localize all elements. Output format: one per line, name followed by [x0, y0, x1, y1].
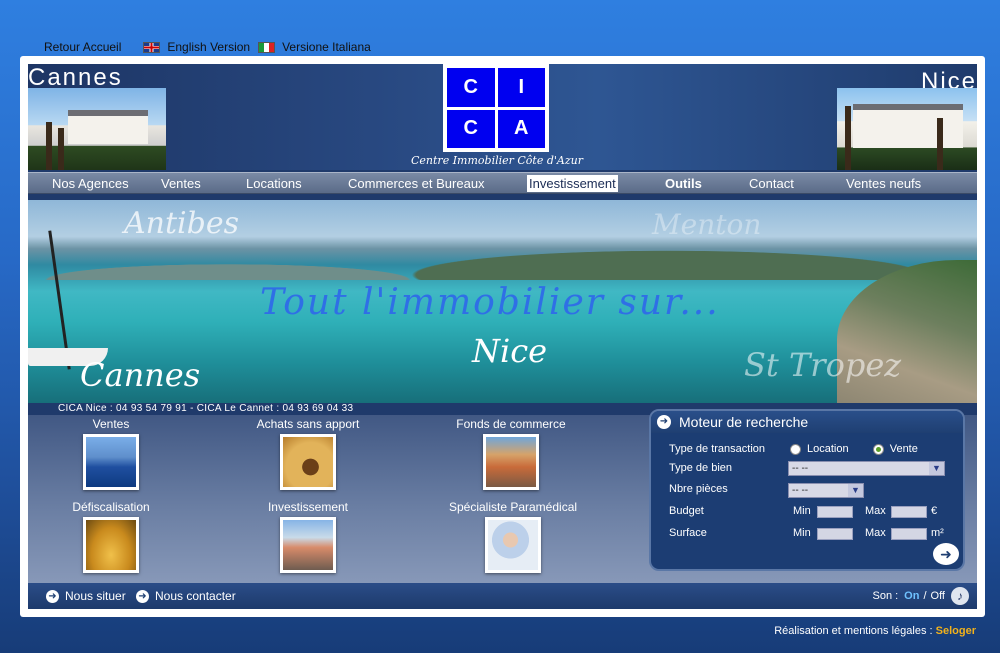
search-title: Moteur de recherche — [679, 414, 809, 430]
surface-max-label: Max — [865, 527, 886, 539]
tile-fonds-de-commerce: Fonds de commerce — [431, 417, 591, 490]
surface-min-input[interactable] — [817, 528, 853, 540]
arrow-right-icon: ➜ — [136, 589, 149, 603]
radio-location-label[interactable]: Location — [807, 443, 849, 455]
header: Cannes Nice C I C A Centre Immobilier Cô… — [28, 64, 977, 170]
banner-word-menton: Menton — [652, 208, 762, 241]
budget-max-input[interactable] — [891, 506, 927, 518]
nav-ventes[interactable]: Ventes — [159, 175, 203, 192]
cannes-photo — [28, 88, 166, 170]
radio-location[interactable] — [790, 443, 801, 455]
search-panel: ➜ Moteur de recherche Type de transactio… — [649, 409, 965, 571]
tile-defiscalisation: Défiscalisation — [31, 500, 191, 573]
credits-text: Réalisation et mentions légales : — [774, 625, 933, 637]
budget-label: Budget — [669, 505, 704, 517]
nav-ventes-neufs[interactable]: Ventes neufs — [844, 175, 923, 192]
nous-contacter-label: Nous contacter — [155, 589, 236, 603]
nav-investissement[interactable]: Investissement — [527, 175, 618, 192]
nice-photo — [837, 88, 977, 170]
logo-letter: I — [497, 68, 545, 107]
nous-situer-label: Nous situer — [65, 589, 126, 603]
nous-situer-link[interactable]: ➜ Nous situer — [46, 589, 126, 603]
banner-word-antibes: Antibes — [124, 206, 239, 241]
tile-label[interactable]: Fonds de commerce — [431, 417, 591, 431]
arrow-right-icon: ➜ — [46, 589, 59, 603]
pieces-select[interactable]: -- -- ▼ — [788, 483, 864, 498]
surface-min-label: Min — [793, 527, 811, 539]
euro-unit: € — [931, 505, 938, 517]
banner-word-nice: Nice — [472, 332, 548, 370]
tile-label[interactable]: Ventes — [31, 417, 191, 431]
hero-banner: Antibes Menton Tout l'immobilier sur... … — [28, 200, 977, 403]
defiscalisation-thumbnail[interactable] — [83, 517, 139, 573]
tile-achats-sans-apport: Achats sans apport — [228, 417, 388, 490]
logo-letter: C — [447, 68, 495, 107]
tile-label[interactable]: Défiscalisation — [31, 500, 191, 514]
main-nav: Nos Agences Ventes Locations Commerces e… — [28, 172, 977, 194]
banner-word-st-tropez: St Tropez — [744, 346, 902, 384]
chevron-down-icon: ▼ — [848, 484, 863, 497]
tile-label[interactable]: Spécialiste Paramédical — [433, 500, 593, 514]
pieces-value: -- -- — [792, 485, 809, 496]
credits: Réalisation et mentions légales : Seloge… — [774, 625, 976, 637]
arrow-right-icon: ➜ — [657, 415, 671, 429]
tile-specialiste-paramedical: Spécialiste Paramédical — [433, 500, 593, 573]
radio-vente[interactable] — [872, 443, 884, 455]
nav-nos-agences[interactable]: Nos Agences — [50, 175, 131, 192]
tile-ventes: Ventes — [31, 417, 191, 490]
transaction-label: Type de transaction — [669, 443, 766, 455]
surface-label: Surface — [669, 527, 707, 539]
sound-off-button[interactable]: Off — [931, 590, 945, 602]
banner-headline: Tout l'immobilier sur... — [260, 282, 720, 323]
nav-outils[interactable]: Outils — [663, 175, 704, 192]
nav-locations[interactable]: Locations — [244, 175, 304, 192]
surface-max-input[interactable] — [891, 528, 927, 540]
type-bien-label: Type de bien — [669, 462, 732, 474]
phone-numbers: CICA Nice : 04 93 54 79 91 - CICA Le Can… — [58, 403, 354, 414]
logo-letter: C — [447, 109, 495, 148]
music-note-icon[interactable]: ♪ — [951, 587, 969, 605]
budget-max-label: Max — [865, 505, 886, 517]
nous-contacter-link[interactable]: ➜ Nous contacter — [136, 589, 236, 603]
transaction-row: Type de transaction Location Vente — [669, 443, 918, 455]
footer-bar: ➜ Nous situer ➜ Nous contacter Son : On … — [28, 583, 977, 609]
paramedical-thumbnail[interactable] — [485, 517, 541, 573]
uk-flag-icon[interactable] — [143, 41, 161, 53]
logo-tagline: Centre Immobilier Côte d'Azur — [411, 154, 583, 167]
english-version-link[interactable]: English Version — [167, 40, 250, 54]
sound-on-button[interactable]: On — [904, 590, 919, 602]
achats-thumbnail[interactable] — [280, 434, 336, 490]
tile-label[interactable]: Achats sans apport — [228, 417, 388, 431]
budget-min-input[interactable] — [817, 506, 853, 518]
cica-logo[interactable]: C I C A — [443, 64, 549, 152]
top-links: Retour Accueil English Version Versione … — [44, 40, 371, 54]
pieces-label: Nbre pièces — [669, 483, 728, 495]
ventes-thumbnail[interactable] — [83, 434, 139, 490]
budget-min-label: Min — [793, 505, 811, 517]
investissement-thumbnail[interactable] — [280, 517, 336, 573]
sound-toggle: Son : On / Off ♪ — [872, 587, 969, 605]
home-link[interactable]: Retour Accueil — [44, 40, 121, 54]
banner-word-cannes: Cannes — [80, 356, 201, 394]
search-header: ➜ Moteur de recherche — [651, 411, 963, 433]
nav-contact[interactable]: Contact — [747, 175, 796, 192]
tile-investissement: Investissement — [228, 500, 388, 573]
search-submit-button[interactable]: ➜ — [933, 543, 959, 565]
chevron-down-icon: ▼ — [929, 462, 944, 475]
logo-letter: A — [497, 109, 545, 148]
nav-commerces-bureaux[interactable]: Commerces et Bureaux — [346, 175, 487, 192]
main-frame: Cannes Nice C I C A Centre Immobilier Cô… — [20, 56, 985, 617]
tile-label[interactable]: Investissement — [228, 500, 388, 514]
sound-label: Son : — [872, 590, 899, 602]
fonds-thumbnail[interactable] — [483, 434, 539, 490]
seloger-link[interactable]: Seloger — [936, 625, 976, 637]
type-bien-select[interactable]: -- -- ▼ — [788, 461, 945, 476]
type-bien-value: -- -- — [792, 463, 809, 474]
m2-unit: m² — [931, 527, 944, 539]
radio-vente-label[interactable]: Vente — [890, 443, 918, 455]
italy-flag-icon[interactable] — [258, 41, 276, 53]
italian-version-link[interactable]: Versione Italiana — [282, 40, 371, 54]
content: Cannes Nice C I C A Centre Immobilier Cô… — [28, 64, 977, 609]
sound-separator: / — [923, 590, 927, 602]
